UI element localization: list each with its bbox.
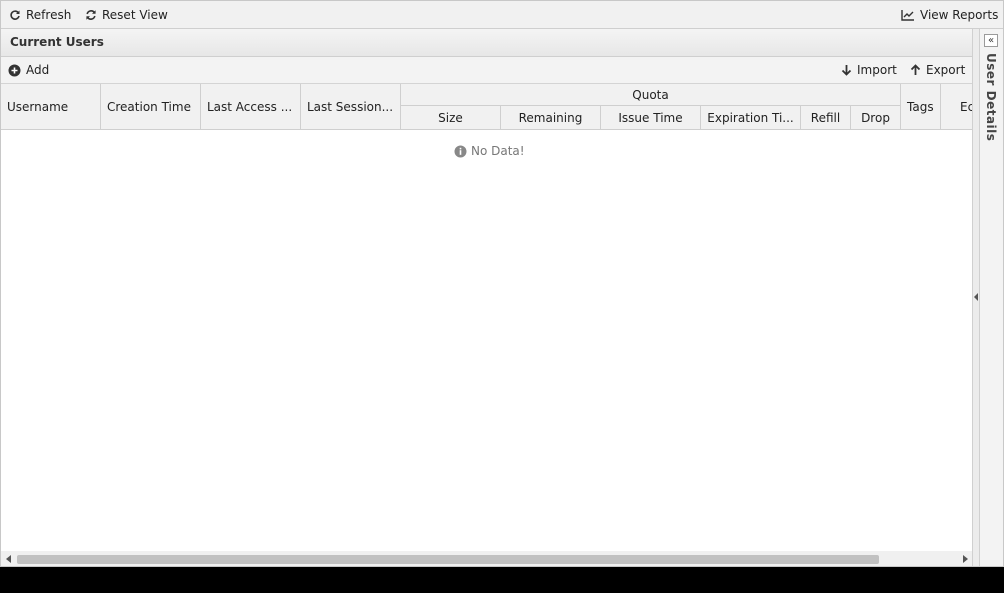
add-button[interactable]: Add [8,57,49,83]
column-header-refill[interactable]: Refill [801,106,851,129]
reset-view-button[interactable]: Reset View [85,1,168,28]
info-icon [454,145,467,157]
import-label: Import [857,63,897,77]
reset-view-label: Reset View [102,7,168,22]
grid-toolbar: Add Import Export [1,57,972,84]
empty-state: No Data! [454,144,525,158]
column-header-size[interactable]: Size [401,106,501,129]
column-header-tags[interactable]: Tags [901,84,941,129]
splitter-collapse-arrow[interactable] [974,293,978,301]
refresh-button[interactable]: Refresh [9,1,71,28]
column-header-expiration-time[interactable]: Expiration Ti... [701,106,801,129]
add-label: Add [26,63,50,77]
column-header-edit[interactable]: Ec [941,84,972,129]
column-header-drop[interactable]: Drop [851,106,901,129]
view-reports-button[interactable]: View Reports [901,1,998,28]
column-group-quota: Quota [401,84,901,106]
user-details-title[interactable]: User Details [984,53,998,141]
scroll-left-arrow[interactable] [6,555,11,563]
empty-state-text: No Data! [471,144,525,158]
export-label: Export [926,63,966,77]
refresh-label: Refresh [26,7,72,22]
panel-header: Current Users [1,29,972,57]
refresh-icon [10,9,20,20]
scrollbar-thumb[interactable] [17,555,879,564]
column-header-creation-time[interactable]: Creation Time [101,84,201,129]
column-header-issue-time[interactable]: Issue Time [601,106,701,129]
plus-circle-icon [8,64,21,76]
app-window: Refresh Reset View View Reports Current … [0,0,1004,567]
panel-splitter[interactable] [972,29,979,566]
import-button[interactable]: Import [841,57,897,83]
user-details-panel: « User Details [979,29,1003,566]
grid-header: Username Creation Time Last Access ... L… [1,84,972,130]
line-chart-icon [901,9,914,21]
export-button[interactable]: Export [910,57,965,83]
view-reports-label: View Reports [920,7,999,22]
column-header-last-session[interactable]: Last Session... [301,84,401,129]
double-chevron-left-icon: « [987,34,995,46]
current-users-panel: Current Users Add Import Export Username… [1,29,972,566]
horizontal-scrollbar[interactable] [1,551,972,566]
reset-icon [86,9,96,20]
arrow-up-icon [910,64,921,75]
column-header-last-access[interactable]: Last Access ... [201,84,301,129]
grid-body: No Data! [1,130,972,549]
panel-title: Current Users [10,35,104,49]
scroll-right-arrow[interactable] [963,555,968,563]
top-toolbar: Refresh Reset View View Reports [1,1,1003,29]
expand-panel-button[interactable]: « [984,34,998,47]
column-header-remaining[interactable]: Remaining [501,106,601,129]
column-header-username[interactable]: Username [1,84,101,129]
arrow-down-icon [841,65,852,76]
